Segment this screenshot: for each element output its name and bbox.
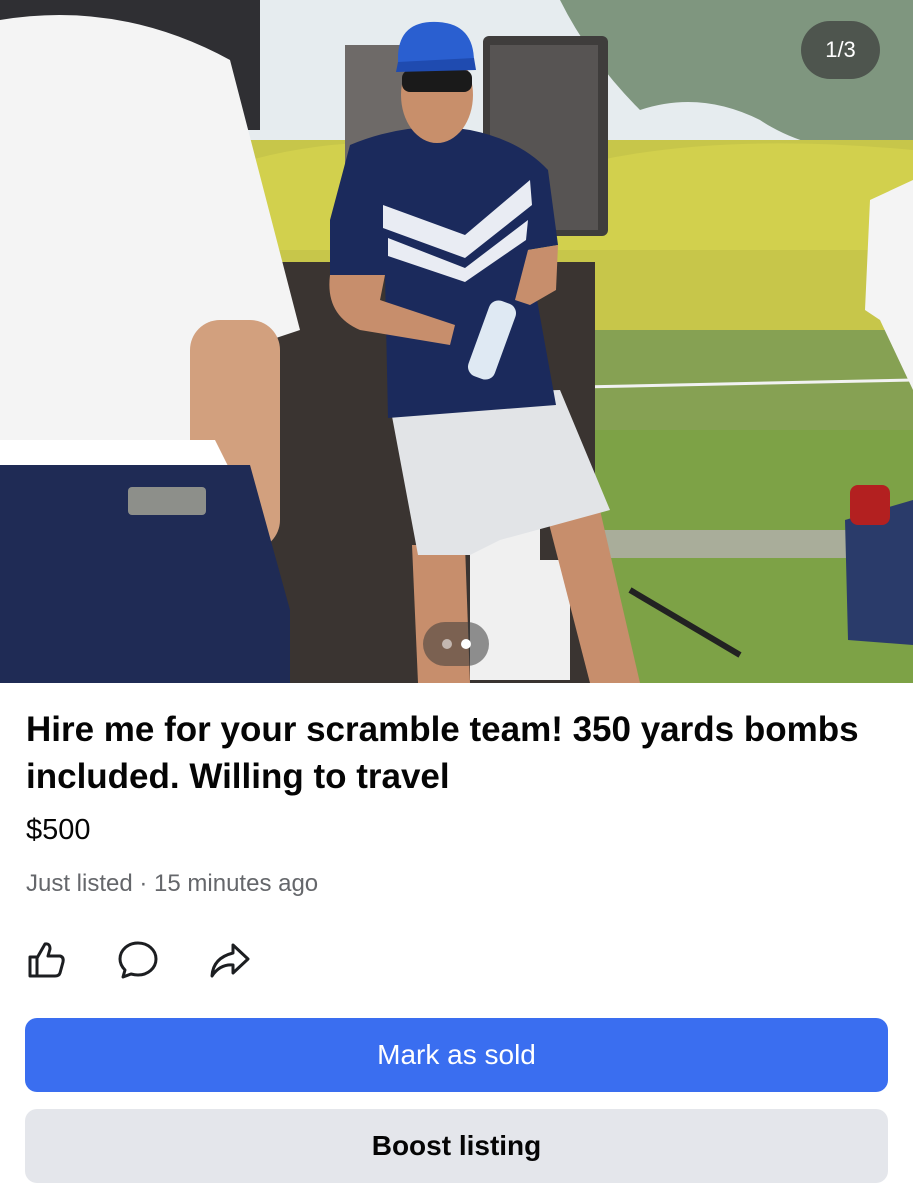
listing-meta: Just listed · 15 minutes ago — [26, 870, 319, 897]
carousel-dots[interactable] — [423, 622, 489, 666]
photo-counter: 1/3 — [801, 21, 880, 79]
thumbs-up-icon — [28, 942, 65, 978]
carousel-dot[interactable] — [441, 639, 452, 649]
share-button[interactable] — [205, 936, 253, 984]
mark-as-sold-button[interactable]: Mark as sold — [25, 1018, 888, 1092]
boost-listing-button[interactable]: Boost listing — [25, 1109, 888, 1183]
share-icon — [210, 943, 250, 978]
carousel-dot-active[interactable] — [460, 639, 471, 649]
listing-title: Hire me for your scramble team! 350 yard… — [26, 710, 859, 796]
like-button[interactable] — [22, 936, 70, 984]
comment-icon — [118, 941, 158, 979]
listing-photo[interactable]: 1/3 — [0, 0, 913, 683]
photo-illustration — [0, 0, 913, 683]
comment-button[interactable] — [114, 936, 162, 984]
listing-price: $500 — [26, 814, 91, 846]
